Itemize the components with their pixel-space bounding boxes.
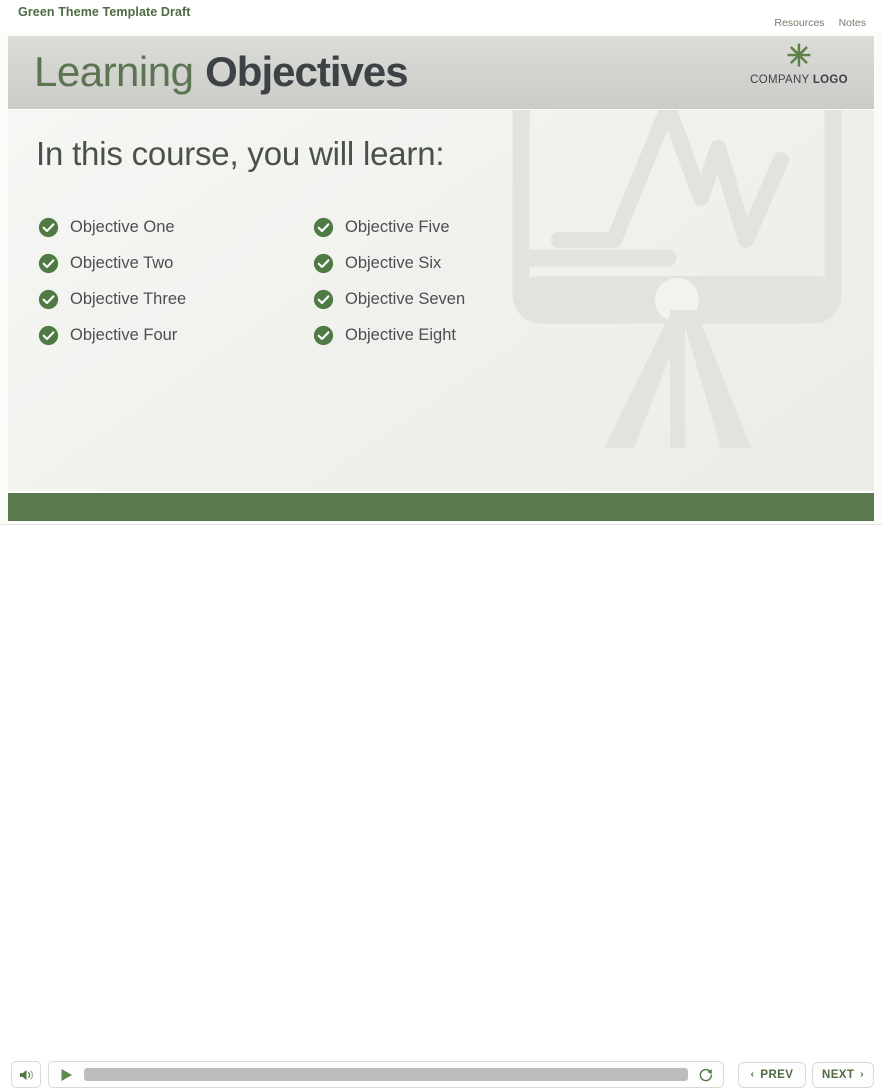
objectives-list: Objective One Objective Two Objective Th… [38, 209, 638, 353]
slide-title-bold: Objectives [205, 48, 408, 95]
slide-header-band: Learning Objectives ✳ COMPANY LOGO [8, 36, 874, 110]
check-circle-icon [38, 253, 59, 273]
speaker-volume-icon [19, 1069, 33, 1080]
seek-group [48, 1061, 724, 1088]
list-item: Objective Four [38, 317, 313, 353]
company-logo: ✳ COMPANY LOGO [740, 40, 858, 87]
replay-button[interactable] [695, 1064, 717, 1086]
play-button[interactable] [55, 1064, 77, 1086]
slide-footer-band [8, 491, 874, 521]
next-button-label: NEXT [821, 1069, 855, 1081]
slide-body: In this course, you will learn: Objectiv… [8, 109, 874, 521]
company-logo-text-regular: COMPANY [750, 74, 813, 86]
top-bar: Green Theme Template Draft Resources Not… [0, 0, 882, 32]
objective-label: Objective Seven [345, 289, 466, 308]
objective-label: Objective Three [70, 289, 187, 308]
check-circle-icon [313, 217, 334, 237]
player-bar: ‹ PREV NEXT › [0, 524, 882, 1088]
course-title: Green Theme Template Draft [18, 5, 191, 19]
prev-button[interactable]: ‹ PREV [738, 1062, 806, 1088]
next-button[interactable]: NEXT › [812, 1062, 874, 1088]
list-item: Objective Two [38, 245, 313, 281]
check-circle-icon [313, 253, 334, 273]
check-circle-icon [38, 325, 59, 345]
list-item: Objective One [38, 209, 313, 245]
check-circle-icon [313, 325, 334, 345]
company-logo-text: COMPANY LOGO [740, 74, 858, 86]
play-icon [61, 1068, 72, 1081]
list-item: Objective Three [38, 281, 313, 317]
notes-link[interactable]: Notes [839, 17, 866, 29]
check-circle-icon [38, 289, 59, 309]
objective-label: Objective Five [345, 217, 450, 236]
seekbar[interactable] [84, 1068, 688, 1081]
chevron-right-icon: › [860, 1069, 864, 1080]
list-item: Objective Six [313, 245, 588, 281]
objective-label: Objective Two [70, 253, 174, 272]
chevron-left-icon: ‹ [750, 1069, 755, 1080]
slide-title-light: Learning [34, 48, 194, 95]
objective-label: Objective Four [70, 325, 178, 344]
prev-button-label: PREV [760, 1069, 794, 1081]
slide-frame: Learning Objectives ✳ COMPANY LOGO In th… [0, 32, 882, 524]
objective-label: Objective One [70, 217, 175, 236]
company-logo-text-bold: LOGO [812, 74, 848, 86]
list-item: Objective Seven [313, 281, 588, 317]
check-circle-icon [38, 217, 59, 237]
objectives-column-right: Objective Five Objective Six Objective S… [313, 209, 588, 353]
volume-button[interactable] [11, 1061, 41, 1088]
check-circle-icon [313, 289, 334, 309]
objective-label: Objective Eight [345, 325, 456, 344]
objectives-column-left: Objective One Objective Two Objective Th… [38, 209, 313, 353]
objective-label: Objective Six [345, 253, 442, 272]
resources-link[interactable]: Resources [774, 17, 824, 29]
top-nav: Resources Notes [774, 17, 866, 29]
slide-title: Learning Objectives [34, 45, 409, 99]
asterisk-logo-icon: ✳ [786, 40, 812, 73]
lead-heading: In this course, you will learn: [36, 135, 445, 172]
replay-icon [699, 1068, 713, 1081]
list-item: Objective Five [313, 209, 588, 245]
slide-canvas: Learning Objectives ✳ COMPANY LOGO In th… [8, 36, 874, 521]
list-item: Objective Eight [313, 317, 588, 353]
